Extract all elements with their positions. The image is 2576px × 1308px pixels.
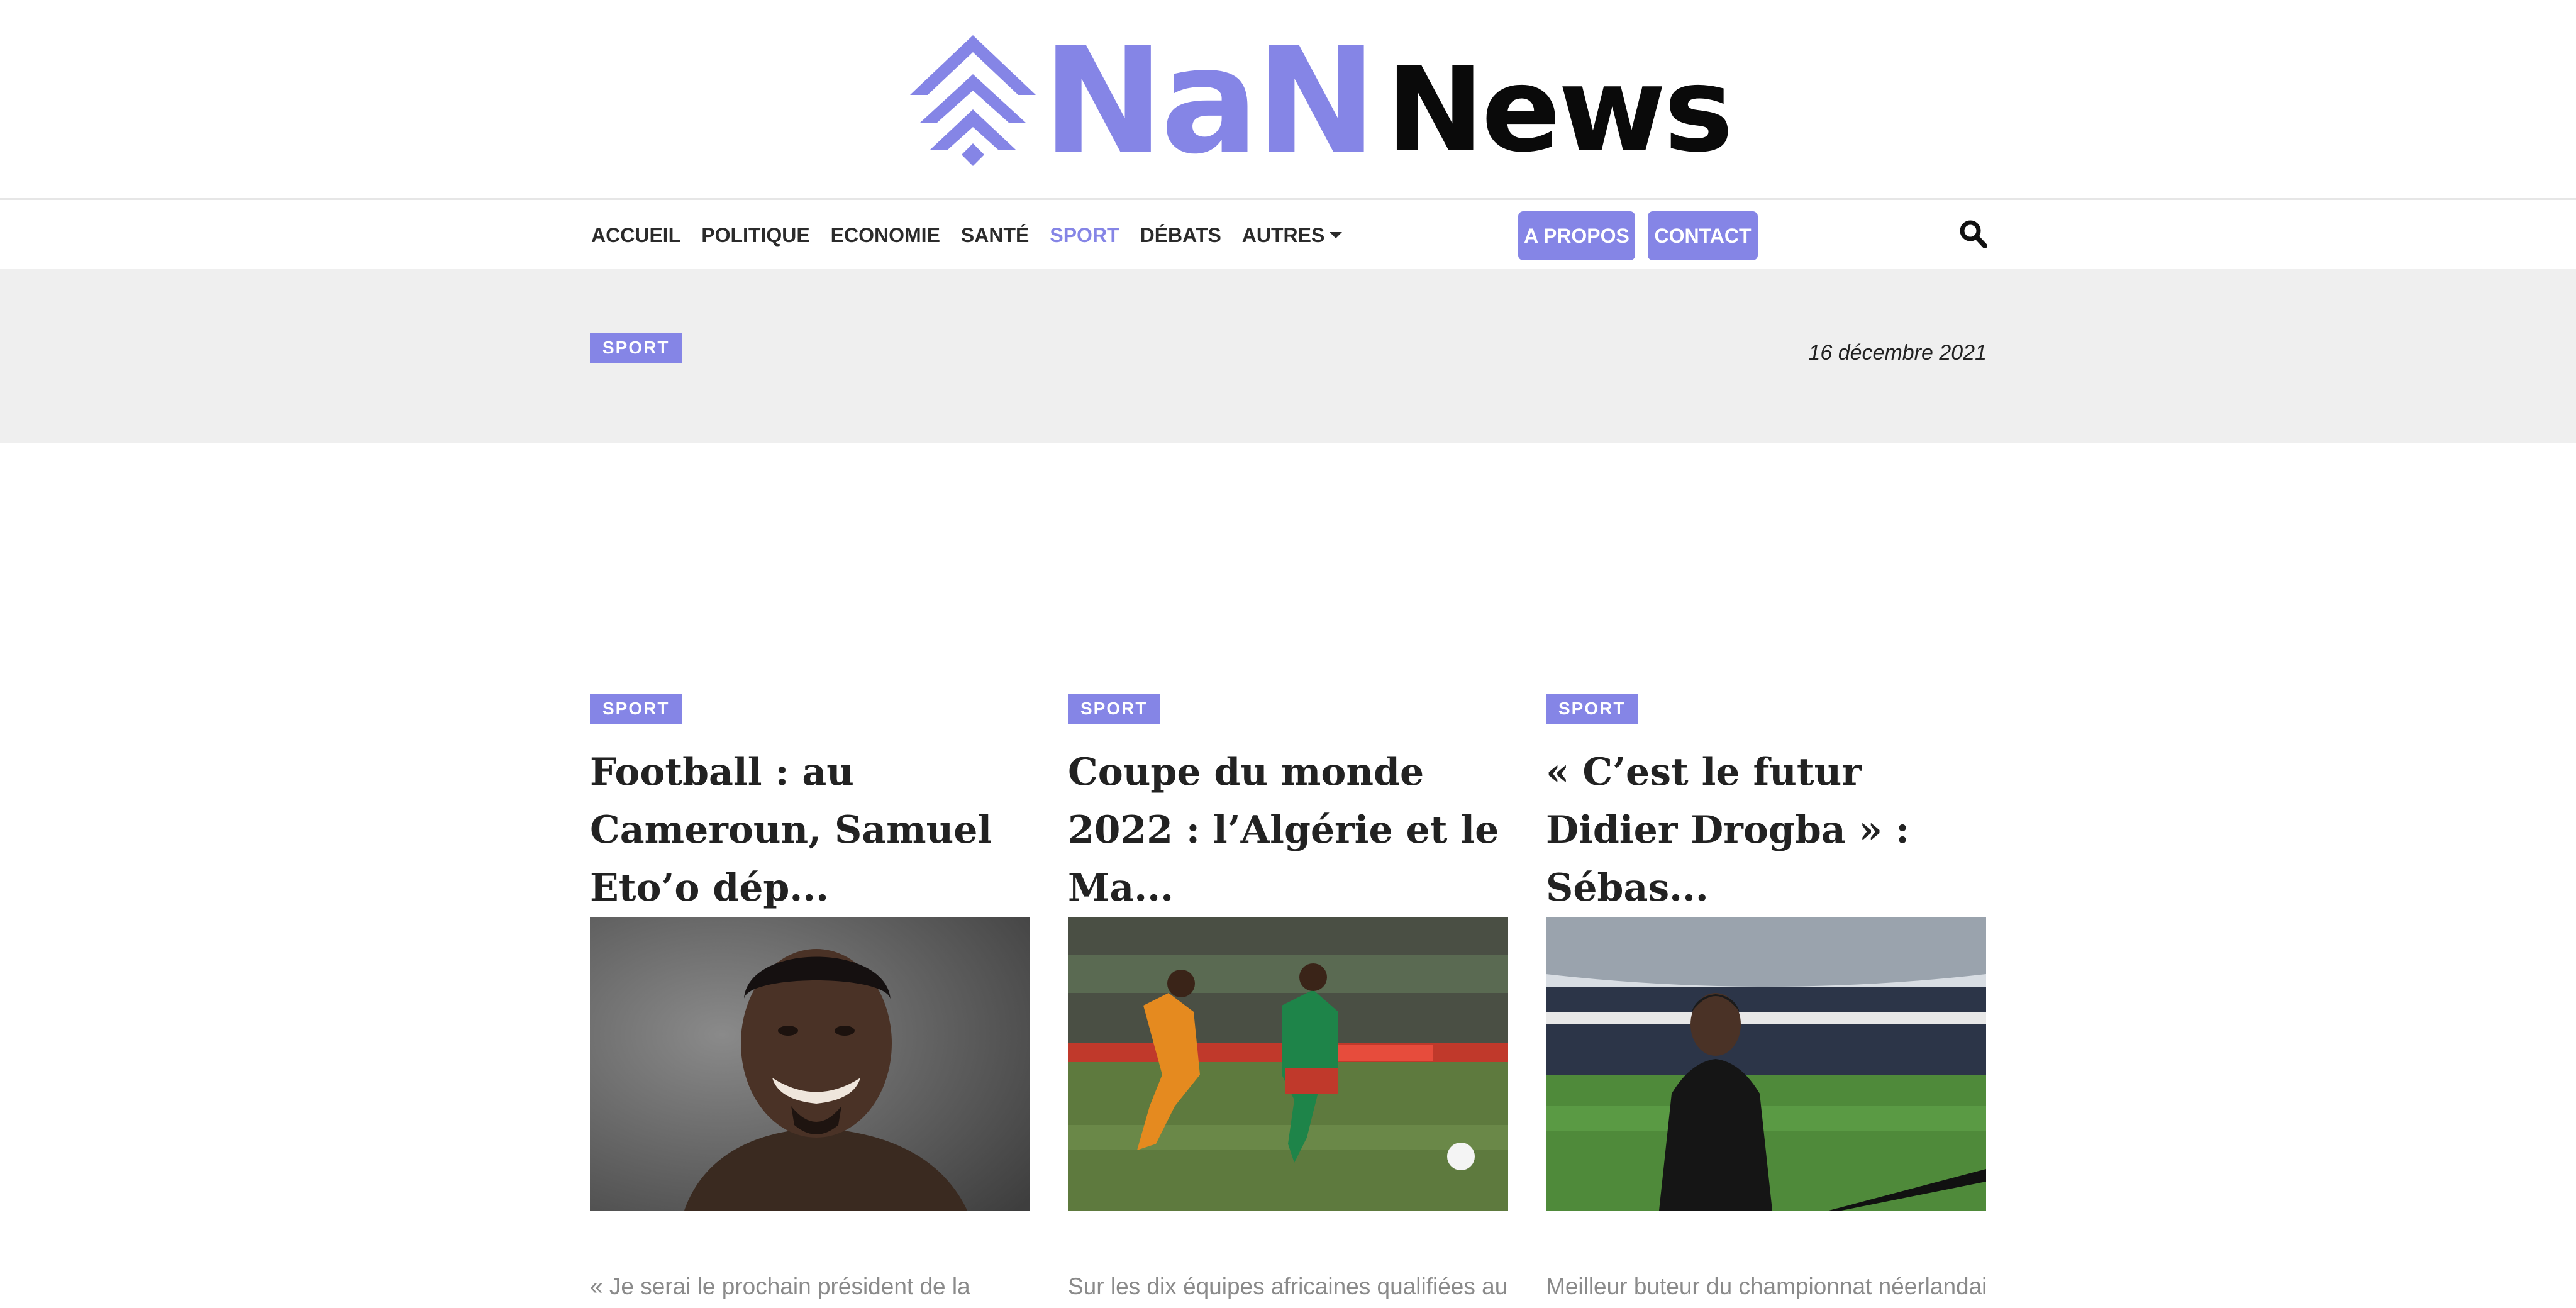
caret-down-icon [1330,231,1343,238]
article-title[interactable]: « C’est le futur Didier Drogba » : Sébas… [1546,743,1986,917]
article-image[interactable] [590,917,1030,1211]
nav-item-autres-dropdown[interactable]: AUTRES [1242,224,1343,247]
article-image[interactable] [1068,917,1508,1211]
article-category-tag[interactable]: SPORT [1546,694,1638,724]
logo-text-nan: NaN [1042,16,1377,186]
contact-button[interactable]: CONTACT [1648,211,1758,260]
nav-menu: ACCUEIL POLITIQUE ECONOMIE SANTÉ SPORT D… [591,202,1363,269]
nav-item-economie[interactable]: ECONOMIE [831,224,940,247]
main-navbar: ACCUEIL POLITIQUE ECONOMIE SANTÉ SPORT D… [0,202,2576,269]
category-tag[interactable]: SPORT [590,333,682,363]
nav-item-politique[interactable]: POLITIQUE [701,224,809,247]
nav-item-sport[interactable]: SPORT [1050,224,1119,247]
site-header: NaN News [0,0,2576,200]
site-logo[interactable]: NaN News [910,16,1733,186]
article-category-tag[interactable]: SPORT [590,694,682,724]
search-icon [1960,220,1987,248]
nav-item-sante[interactable]: SANTÉ [961,224,1029,247]
football-match-photo [1068,917,1508,1211]
article-title[interactable]: Football : au Cameroun, Samuel Eto’o dép… [590,743,1030,917]
nav-item-accueil[interactable]: ACCUEIL [591,224,680,247]
category-banner: SPORT 16 décembre 2021 [0,269,2576,443]
page-date: 16 décembre 2021 [1808,341,1987,365]
nav-item-autres-label: AUTRES [1241,224,1325,247]
portrait-photo [590,917,1030,1211]
logo-text-news: News [1385,42,1733,178]
about-button[interactable]: A PROPOS [1518,211,1635,260]
logo-chevrons-icon [910,35,1036,166]
nav-item-debats[interactable]: DÉBATS [1140,224,1221,247]
stadium-photo [1546,917,1986,1211]
article-image[interactable] [1546,917,1986,1211]
article-category-tag[interactable]: SPORT [1068,694,1160,724]
article-excerpt: Meilleur buteur du championnat néerlanda… [1546,1273,1986,1299]
article-title[interactable]: Coupe du monde 2022 : l’Algérie et le Ma… [1068,743,1508,917]
search-button[interactable] [1958,217,1989,252]
article-excerpt: Sur les dix équipes africaines qualifiée… [1068,1273,1508,1299]
article-excerpt: « Je serai le prochain président de la [590,1273,970,1299]
